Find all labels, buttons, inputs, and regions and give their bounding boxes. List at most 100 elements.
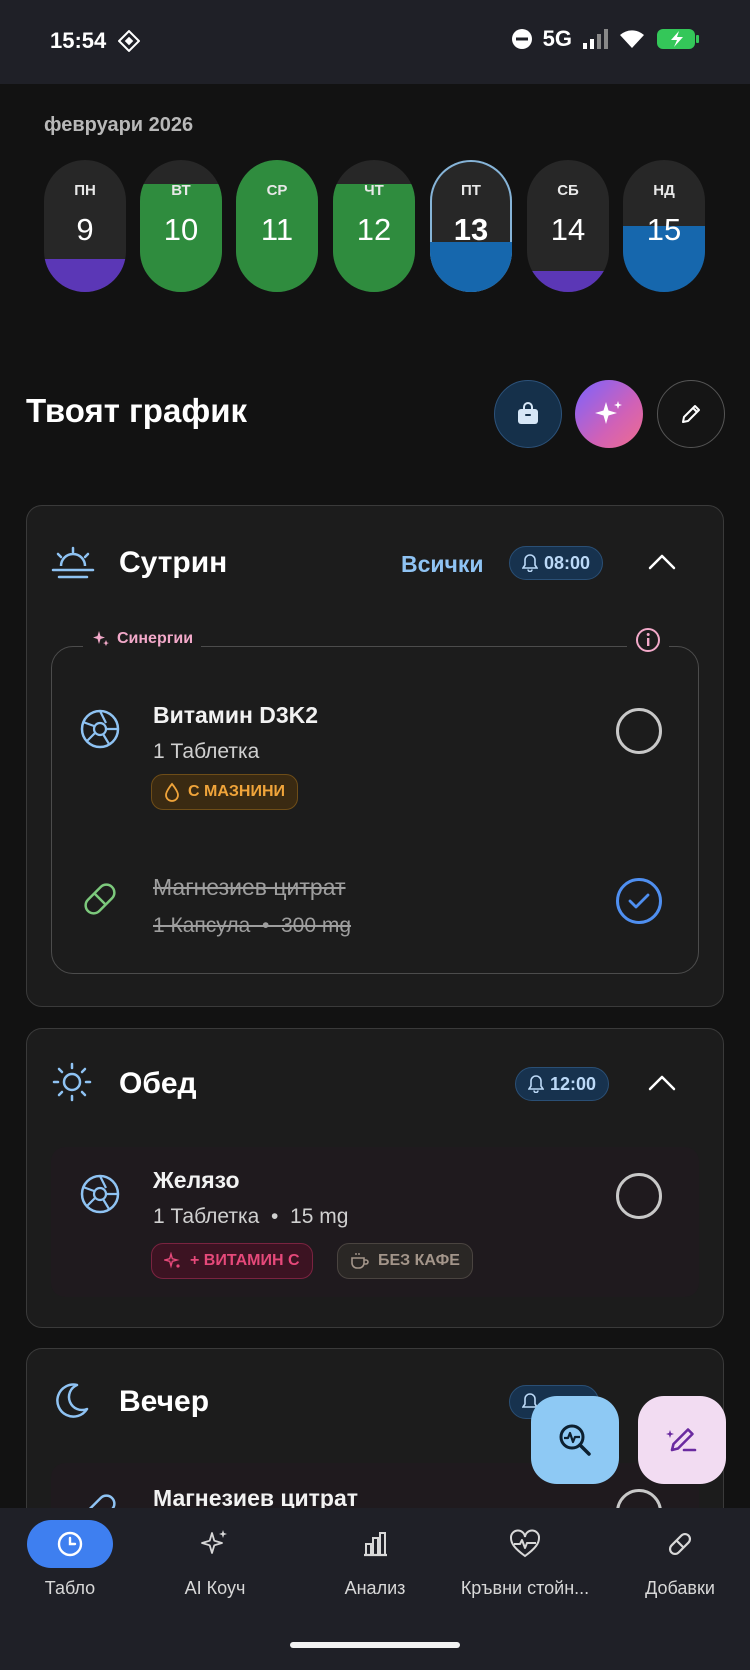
morning-card: Сутрин Всички 08:00 Синергии Витамин D3K… <box>26 505 724 1007</box>
pill-icon <box>637 1520 723 1568</box>
signal-icon <box>583 29 608 49</box>
day-progress-fill <box>527 270 609 292</box>
shopping-bag-icon <box>518 402 538 424</box>
pill-icon <box>84 883 116 915</box>
day-name: ПТ <box>461 182 481 199</box>
day-progress-fill <box>430 241 512 292</box>
status-bar: 15:54 5G <box>0 0 750 84</box>
day-number: 10 <box>163 212 199 247</box>
sparkles-icon <box>595 401 622 424</box>
home-indicator <box>290 1642 460 1648</box>
sparkles-icon <box>172 1520 258 1568</box>
wifi-icon <box>620 30 644 48</box>
day-number: 13 <box>453 212 489 247</box>
day-number: 11 <box>260 212 294 247</box>
tag-with-vitamin-c: + ВИТАМИН С <box>151 1243 313 1279</box>
bell-icon <box>528 1075 544 1093</box>
tag-text: БЕЗ КАФЕ <box>378 1252 460 1269</box>
edit-sparkle-icon <box>666 1428 697 1452</box>
day-pill[interactable]: ВТ 10 <box>140 160 222 292</box>
sun-icon <box>52 1062 92 1102</box>
moon-icon <box>56 1383 89 1418</box>
month-label: февруари 2026 <box>44 114 194 136</box>
day-name: СР <box>266 182 288 199</box>
day-progress-fill <box>44 259 126 292</box>
tag-text: С МАЗНИНИ <box>188 783 286 800</box>
supplement-name: Магнезиев цитрат <box>153 874 346 900</box>
day-pill[interactable]: ЧТ 12 <box>333 160 415 292</box>
bar-chart-icon <box>332 1520 418 1568</box>
show-all-link[interactable]: Всички <box>401 551 484 578</box>
heart-pulse-icon <box>482 1520 568 1568</box>
mark-taken-checkbox[interactable] <box>616 708 662 754</box>
app-notification-icon <box>118 30 140 52</box>
synergy-info-button[interactable] <box>627 627 669 658</box>
nav-label: AI Коуч <box>184 1578 246 1598</box>
synergy-label-text: Синергии <box>117 630 194 647</box>
mark-taken-checkbox[interactable] <box>616 1173 662 1219</box>
chevron-up-icon[interactable] <box>647 1073 677 1093</box>
status-time: 15:54 <box>50 28 107 53</box>
period-title-evening: Вечер <box>119 1385 210 1418</box>
nav-label: Анализ <box>344 1578 406 1598</box>
day-name: ЧТ <box>364 182 384 199</box>
day-pill[interactable]: СБ 14 <box>527 160 609 292</box>
day-number: 12 <box>356 212 392 247</box>
nav-label: Добавки <box>645 1578 715 1598</box>
tag-with-fats: С МАЗНИНИ <box>151 774 299 810</box>
nav-item[interactable]: Табло <box>0 1520 145 1599</box>
noon-card: Обед 12:00 Желязо 1 Таблетка • 15 mg + В… <box>26 1028 724 1328</box>
nav-item[interactable]: AI Коуч <box>140 1520 290 1599</box>
network-type: 5G <box>542 26 572 51</box>
supplement-name: Витамин D3K2 <box>153 702 319 728</box>
reminder-time-text: 08:00 <box>544 552 591 573</box>
nav-item[interactable]: Кръвни стойн... <box>450 1520 600 1599</box>
sparkles-small-icon <box>164 1252 180 1269</box>
pencil-icon <box>682 405 700 423</box>
supplement-dose: 1 Капсула • 300 mg <box>153 914 352 937</box>
clock-icon <box>27 1520 113 1568</box>
chevron-up-icon[interactable] <box>647 552 677 572</box>
supplement-dose: 1 Таблетка <box>153 740 260 763</box>
nav-label: Кръвни стойн... <box>460 1578 590 1598</box>
do-not-disturb-icon <box>511 29 532 49</box>
day-name: ПН <box>74 182 96 199</box>
day-number: 14 <box>550 212 586 247</box>
day-pill[interactable]: ПН 9 <box>44 160 126 292</box>
day-name: НД <box>653 182 675 199</box>
period-title-noon: Обед <box>119 1067 197 1100</box>
day-pill[interactable]: СР 11 <box>236 160 318 292</box>
nav-item[interactable]: Анализ <box>300 1520 450 1599</box>
reminder-time-noon[interactable]: 12:00 <box>515 1067 610 1101</box>
day-number: 9 <box>76 212 94 247</box>
day-name: ВТ <box>171 182 191 199</box>
synergy-group <box>51 646 699 974</box>
supplement-name: Желязо <box>153 1167 240 1193</box>
coffee-cup-icon <box>351 1253 369 1269</box>
sunrise-icon <box>51 546 95 579</box>
log-fab[interactable] <box>638 1396 726 1484</box>
mark-taken-checkbox[interactable] <box>616 878 662 924</box>
droplet-icon <box>165 782 179 802</box>
tag-text: + ВИТАМИН С <box>190 1252 300 1269</box>
shop-button[interactable] <box>494 380 562 448</box>
nav-label: Табло <box>44 1578 96 1598</box>
info-icon <box>636 628 660 652</box>
nav-item[interactable]: Добавки <box>605 1520 750 1599</box>
day-name: СБ <box>557 182 579 199</box>
capsule-tablet-icon <box>80 709 120 749</box>
reminder-time-text: 12:00 <box>550 1073 597 1094</box>
capsule-tablet-icon <box>80 1174 120 1214</box>
day-pill[interactable]: ПТ 13 <box>430 160 512 292</box>
search-pulse-icon <box>559 1424 591 1456</box>
edit-schedule-button[interactable] <box>657 380 725 448</box>
day-number: 15 <box>646 212 682 247</box>
period-title-morning: Сутрин <box>119 546 228 579</box>
ai-suggest-button[interactable] <box>575 380 643 448</box>
battery-icon <box>657 29 699 49</box>
synergy-label: Синергии <box>83 629 202 649</box>
checkmark-icon <box>628 893 650 909</box>
analyze-fab[interactable] <box>531 1396 619 1484</box>
reminder-time-morning[interactable]: 08:00 <box>509 546 604 580</box>
day-pill[interactable]: НД 15 <box>623 160 705 292</box>
